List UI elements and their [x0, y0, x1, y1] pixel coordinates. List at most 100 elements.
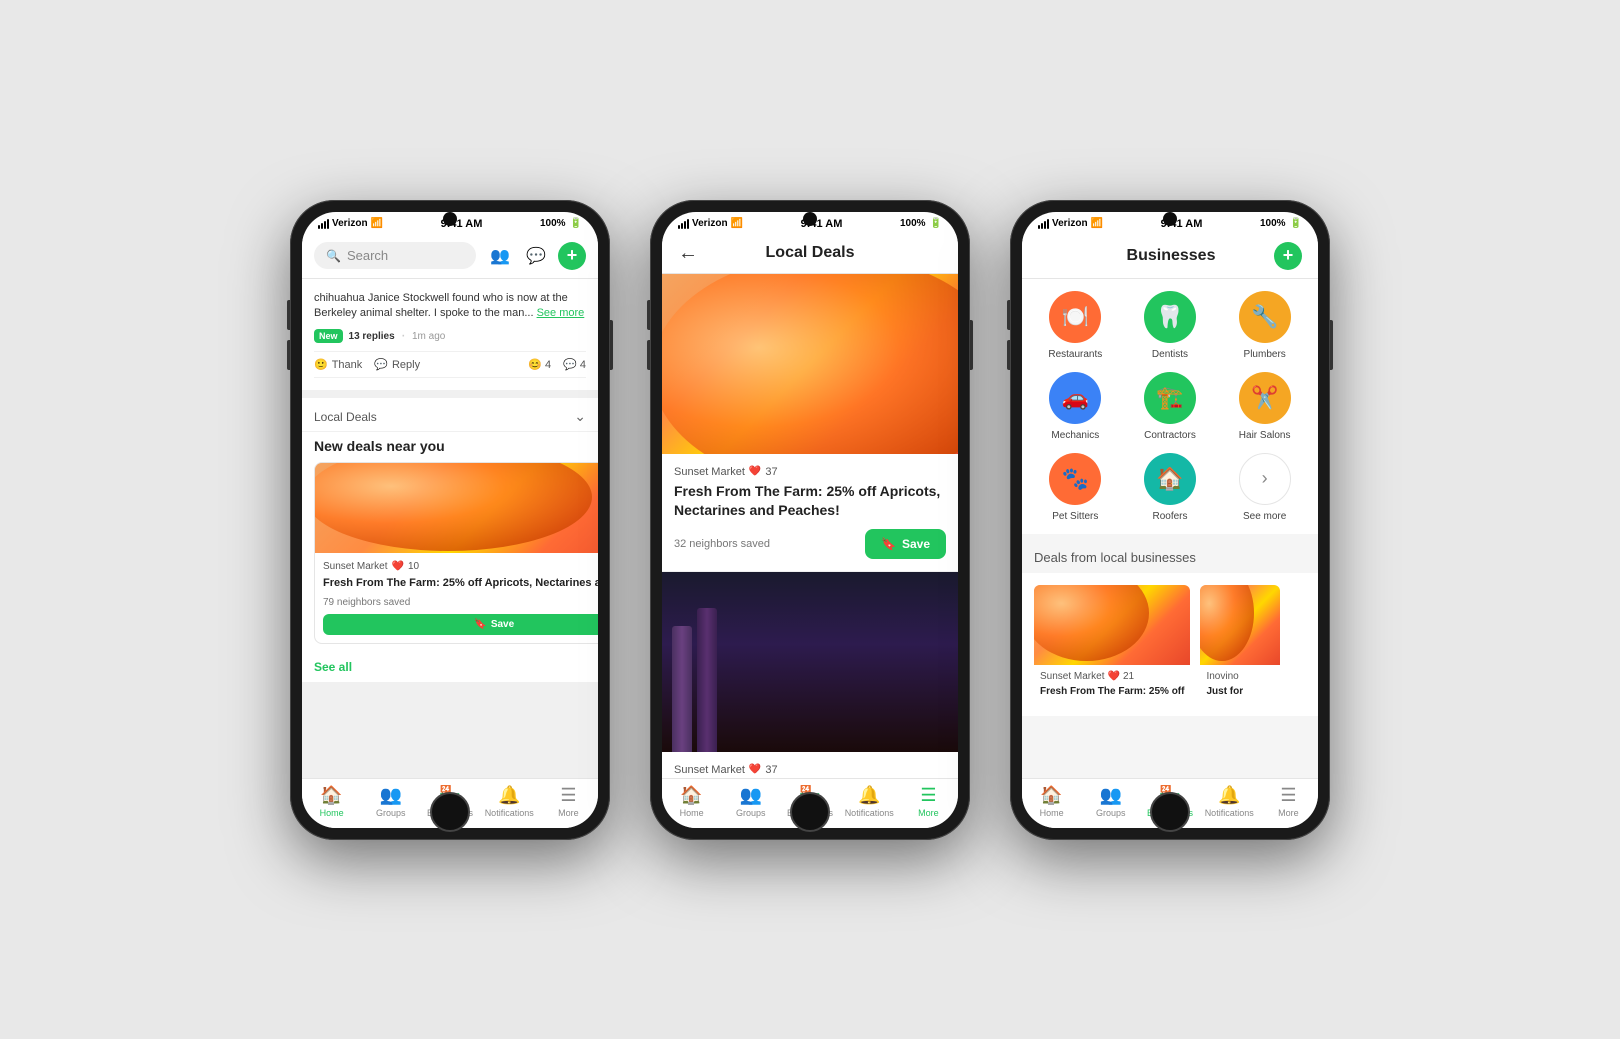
notifications-icon-1: 🔔: [498, 785, 520, 806]
home-icon-2: 🏠: [680, 785, 702, 806]
mechanics-icon: 🚗: [1049, 372, 1101, 424]
more-icon-1: ☰: [560, 785, 576, 806]
back-button[interactable]: ←: [678, 242, 698, 265]
add-button[interactable]: +: [558, 242, 586, 270]
deal-sm1-market: Sunset Market: [1040, 671, 1104, 682]
deal-card-1[interactable]: Sunset Market ❤️ 10 Fresh From The Farm:…: [314, 462, 598, 643]
deal2-details: Sunset Market ❤️ 37 35% off any retail b…: [662, 752, 958, 778]
battery-icon-1: 🔋: [570, 218, 582, 229]
badge-row: New 13 replies · 1m ago: [314, 327, 586, 345]
search-bar[interactable]: 🔍 Search: [314, 242, 476, 269]
nav-notifications-3[interactable]: 🔔 Notifications: [1200, 785, 1259, 818]
nav-groups-1[interactable]: 👥 Groups: [361, 785, 420, 818]
nav-groups-2[interactable]: 👥 Groups: [721, 785, 780, 818]
groups-icon-2: 👥: [740, 785, 762, 806]
contractors-icon: 🏗️: [1144, 372, 1196, 424]
phone-1: Verizon 📶 9:41 AM 100% 🔋 🔍 Search: [290, 200, 610, 840]
friends-icon[interactable]: 👥: [486, 242, 514, 270]
see-more-link[interactable]: See more: [537, 307, 585, 319]
deal1-detail-market: Sunset Market: [674, 466, 745, 478]
deal-sm2-market: Inovino: [1206, 671, 1238, 682]
category-pet-sitters[interactable]: 🐾 Pet Sitters: [1034, 453, 1117, 522]
deal1-detail-save-btn[interactable]: 🔖 Save: [865, 529, 946, 559]
deal1-save-btn[interactable]: 🔖 Save: [323, 614, 598, 635]
battery-3: 100%: [1260, 218, 1286, 229]
home-btn-2[interactable]: [790, 792, 830, 832]
volume-btn-down-3: [1007, 340, 1010, 370]
thank-button[interactable]: 🙂 Thank: [314, 358, 362, 371]
groups-icon-1: 👥: [380, 785, 402, 806]
post-text: chihuahua Janice Stockwell found who is …: [314, 291, 586, 322]
pet-sitters-icon: 🐾: [1049, 453, 1101, 505]
feed-content: chihuahua Janice Stockwell found who is …: [302, 279, 598, 778]
roofers-label: Roofers: [1152, 511, 1187, 522]
replies-count: 13 replies: [349, 331, 395, 342]
local-deals-subtitle: New deals near you: [302, 432, 598, 462]
feed-post-card: chihuahua Janice Stockwell found who is …: [302, 279, 598, 391]
nav-more-3[interactable]: ☰ More: [1259, 785, 1318, 818]
home-icon-1: 🏠: [320, 785, 342, 806]
comment-count: 💬 4: [563, 358, 586, 371]
nav-home-3[interactable]: 🏠 Home: [1022, 785, 1081, 818]
volume-btn-down-2: [647, 340, 650, 370]
bookmark-icon-d1: 🔖: [881, 537, 896, 551]
volume-btn-up: [287, 300, 290, 330]
category-contractors[interactable]: 🏗️ Contractors: [1129, 372, 1212, 441]
wifi-icon-1: 📶: [371, 218, 383, 229]
see-all-link[interactable]: See all: [302, 656, 598, 682]
power-btn: [610, 320, 613, 370]
category-hair-salons[interactable]: ✂️ Hair Salons: [1223, 372, 1306, 441]
hair-salons-label: Hair Salons: [1239, 430, 1291, 441]
wifi-icon-2: 📶: [731, 218, 743, 229]
see-more-label: See more: [1243, 511, 1286, 522]
phone-notch-1: [443, 212, 457, 226]
deal2-detail-likes: 37: [765, 764, 777, 776]
post-actions: 🙂 Thank 💬 Reply 😊 4 💬 4: [314, 351, 586, 378]
battery-1: 100%: [540, 218, 566, 229]
category-see-more[interactable]: › See more: [1223, 453, 1306, 522]
carrier-3: Verizon: [1052, 218, 1088, 229]
category-plumbers[interactable]: 🔧 Plumbers: [1223, 291, 1306, 360]
deal2-image: [662, 572, 958, 752]
mechanics-label: Mechanics: [1051, 430, 1099, 441]
category-dentists[interactable]: 🦷 Dentists: [1129, 291, 1212, 360]
deal1-detail-title: Fresh From The Farm: 25% off Apricots, N…: [674, 482, 946, 521]
nav-home-2[interactable]: 🏠 Home: [662, 785, 721, 818]
category-restaurants[interactable]: 🍽️ Restaurants: [1034, 291, 1117, 360]
messages-icon[interactable]: 💬: [522, 242, 550, 270]
dentists-icon: 🦷: [1144, 291, 1196, 343]
category-mechanics[interactable]: 🚗 Mechanics: [1034, 372, 1117, 441]
dentists-label: Dentists: [1152, 349, 1188, 360]
add-button-3[interactable]: +: [1274, 242, 1302, 270]
volume-btn-up-3: [1007, 300, 1010, 330]
post-time: 1m ago: [412, 331, 445, 342]
categories-grid: 🍽️ Restaurants 🦷 Dentists 🔧 Plumbers 🚗: [1022, 279, 1318, 534]
more-icon-3: ☰: [1280, 785, 1296, 806]
home-btn-1[interactable]: [430, 792, 470, 832]
new-badge: New: [314, 329, 343, 343]
phone-notch-3: [1163, 212, 1177, 226]
deals-section-content: Sunset Market ❤️ 21 Fresh From The Farm:…: [1022, 573, 1318, 716]
nav-notifications-1[interactable]: 🔔 Notifications: [480, 785, 539, 818]
hair-salons-icon: ✂️: [1239, 372, 1291, 424]
nav-groups-3[interactable]: 👥 Groups: [1081, 785, 1140, 818]
deal-sm-2[interactable]: Inovino Just for: [1200, 585, 1280, 704]
deal1-image: [662, 274, 958, 454]
deal-sm-1[interactable]: Sunset Market ❤️ 21 Fresh From The Farm:…: [1034, 585, 1190, 704]
local-deals-title: Local Deals: [314, 410, 377, 424]
search-icon: 🔍: [326, 249, 341, 263]
nav-more-2[interactable]: ☰ More: [899, 785, 958, 818]
restaurants-label: Restaurants: [1048, 349, 1102, 360]
deal2-detail-market: Sunset Market: [674, 764, 745, 776]
nav-more-1[interactable]: ☰ More: [539, 785, 598, 818]
chevron-down-icon[interactable]: ⌄: [574, 408, 586, 425]
battery-icon-2: 🔋: [930, 218, 942, 229]
nav-notifications-2[interactable]: 🔔 Notifications: [840, 785, 899, 818]
home-btn-3[interactable]: [1150, 792, 1190, 832]
category-roofers[interactable]: 🏠 Roofers: [1129, 453, 1212, 522]
deals-section-header: Deals from local businesses: [1022, 542, 1318, 573]
reply-button[interactable]: 💬 Reply: [374, 358, 420, 371]
carrier-2: Verizon: [692, 218, 728, 229]
deal1-detail-saved: 32 neighbors saved: [674, 538, 770, 550]
nav-home-1[interactable]: 🏠 Home: [302, 785, 361, 818]
